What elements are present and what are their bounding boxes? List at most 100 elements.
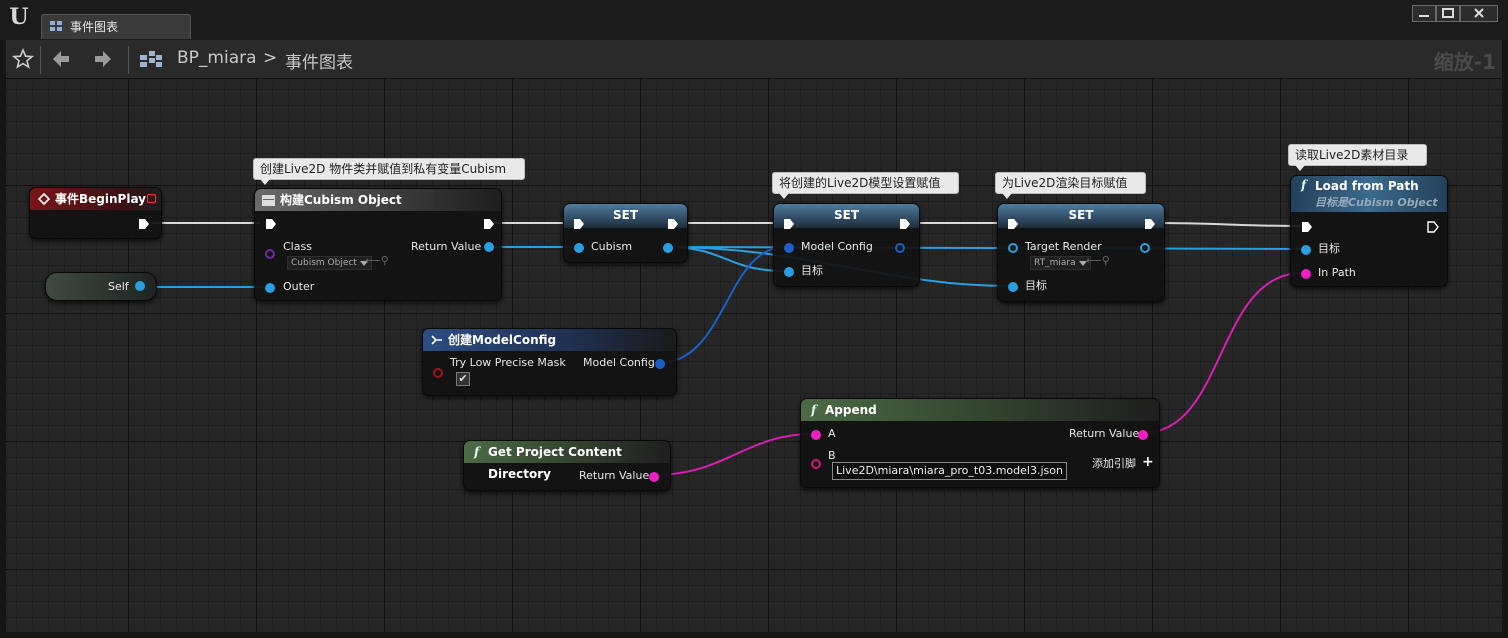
exec-in-pin[interactable] [1007, 218, 1019, 230]
star-icon[interactable] [12, 48, 34, 70]
tab-label: 事件图表 [70, 20, 119, 34]
node-header: SET [998, 204, 1164, 228]
add-pin-label[interactable]: 添加引脚 [1092, 457, 1136, 471]
node-header: 事件BeginPlay [30, 188, 161, 210]
node-header: 构建Cubism Object [255, 189, 501, 211]
node-header: f Get Project Content Directory [464, 441, 670, 481]
exec-out-pin[interactable] [1427, 221, 1439, 233]
exec-out-pin[interactable] [899, 218, 911, 230]
return-pin[interactable] [649, 472, 659, 482]
comment-set-model[interactable]: 将创建的Live2D模型设置赋值 [772, 172, 960, 199]
node-set-target-render[interactable]: SET Target Render RT_miara ⟵⚲ 目标 [997, 203, 1165, 302]
comment-text: 读取Live2D素材目录 [1295, 148, 1409, 162]
browse-icon[interactable]: ⟵⚲ [365, 254, 389, 267]
exec-out-pin[interactable] [483, 218, 495, 230]
arrow-right-icon[interactable] [92, 48, 114, 70]
target-label: 目标 [1318, 242, 1340, 255]
maximize-button[interactable] [1436, 5, 1460, 22]
graph-canvas[interactable]: 创建Live2D 物件类并赋值到私有变量Cubism 将创建的Live2D模型设… [6, 79, 1502, 632]
node-header: 创建ModelConfig [423, 329, 676, 351]
arrow-left-icon[interactable] [50, 48, 72, 70]
target-label: 目标 [801, 264, 823, 277]
plus-icon[interactable]: + [1142, 454, 1154, 470]
close-icon [1474, 8, 1484, 18]
graph-toolbar: BP_miara > 事件图表 缩放-1 [6, 40, 1502, 79]
outer-pin[interactable] [265, 283, 275, 293]
node-self[interactable]: Self [45, 272, 157, 301]
exec-in-pin[interactable] [1301, 221, 1313, 233]
return-label: Return Value [579, 469, 650, 482]
node-make-model-config[interactable]: 创建ModelConfig Try Low Precise Mask ✔ Mod… [422, 328, 677, 396]
target-render-label: Target Render [1025, 240, 1102, 253]
minimize-button[interactable] [1412, 5, 1436, 22]
model-config-in-pin[interactable] [784, 243, 794, 253]
exec-out-pin[interactable] [667, 218, 679, 230]
comment-text: 创建Live2D 物件类并赋值到私有变量Cubism [260, 162, 507, 176]
cubism-in-pin[interactable] [574, 243, 584, 253]
blueprint-graph-icon [140, 51, 162, 67]
delegate-pin[interactable] [147, 194, 156, 203]
comment-load[interactable]: 读取Live2D素材目录 [1288, 144, 1428, 171]
model-config-label: Model Config [801, 240, 873, 253]
b-pin[interactable] [811, 459, 821, 469]
target-render-in-pin[interactable] [1008, 243, 1018, 253]
target-pin[interactable] [1301, 245, 1311, 255]
node-append[interactable]: f Append A B Live2D\miara\miara_pro_t03.… [800, 398, 1160, 488]
exec-wire [1150, 222, 1303, 227]
self-out-pin[interactable] [135, 281, 145, 291]
target-pin[interactable] [784, 267, 794, 277]
model-config-wire [658, 246, 786, 364]
node-load-from-path[interactable]: f Load from Path 目标是Cubism Object 目标 In … [1290, 175, 1448, 287]
mask-pin[interactable] [433, 368, 443, 378]
exec-in-pin[interactable] [265, 218, 277, 230]
target-render-value: RT_miara [1034, 258, 1076, 268]
model-config-out-pin[interactable] [655, 359, 665, 369]
breadcrumb-graph[interactable]: 事件图表 [285, 48, 353, 73]
mask-checkbox[interactable]: ✔ [456, 372, 470, 386]
node-subtitle: 目标是Cubism Object [1315, 196, 1438, 209]
comment-set-target[interactable]: 为Live2D渲染目标赋值 [995, 172, 1147, 199]
append-path-wire [1142, 272, 1303, 434]
browse-icon[interactable]: ⟵⚲ [1086, 254, 1110, 267]
cubism-out-pin[interactable] [663, 243, 673, 253]
node-header: f Load from Path 目标是Cubism Object [1291, 176, 1447, 212]
target-render-out-pin[interactable] [1140, 243, 1150, 253]
exec-out-pin[interactable] [1144, 218, 1156, 230]
exec-in-pin[interactable] [783, 218, 795, 230]
model-config-output-label: Model Config [583, 356, 655, 369]
exec-out-pin[interactable] [138, 218, 150, 230]
return-pin[interactable] [484, 242, 494, 252]
event-icon [38, 193, 50, 205]
wires-layer [143, 222, 1303, 476]
blueprint-editor-window: U 事件图表 BP_miara > 事件图表 缩放-1 创建Live2D 物件类… [0, 0, 1508, 638]
make-struct-icon [431, 335, 442, 345]
b-label: B [828, 449, 836, 462]
node-get-project-content-dir[interactable]: f Get Project Content Directory Return V… [463, 440, 671, 491]
node-title: SET [1068, 208, 1094, 222]
node-set-model-config[interactable]: SET Model Config 目标 [773, 203, 920, 287]
return-label: Return Value [411, 240, 482, 253]
return-pin[interactable] [1138, 430, 1148, 440]
comment-construct[interactable]: 创建Live2D 物件类并赋值到私有变量Cubism [253, 158, 526, 185]
zoom-level: 缩放-1 [1433, 50, 1496, 74]
node-begin-play[interactable]: 事件BeginPlay [29, 187, 162, 239]
close-button[interactable] [1460, 5, 1498, 22]
target-render-dropdown[interactable]: RT_miara [1030, 256, 1091, 270]
node-set-cubism[interactable]: SET Cubism [563, 203, 688, 263]
tab-event-graph[interactable]: 事件图表 [41, 14, 191, 39]
cubism-load-wire [665, 246, 1303, 250]
return-label: Return Value [1069, 427, 1140, 440]
exec-in-pin[interactable] [573, 218, 585, 230]
model-config-out-pin[interactable] [895, 243, 905, 253]
class-dropdown[interactable]: Cubism Object [287, 256, 372, 270]
target-pin[interactable] [1008, 282, 1018, 292]
b-value-input[interactable]: Live2D\miara\miara_pro_t03.model3.json [832, 462, 1067, 480]
breadcrumb-blueprint[interactable]: BP_miara [177, 48, 257, 68]
in-path-pin[interactable] [1301, 269, 1311, 279]
mask-label: Try Low Precise Mask [450, 356, 566, 369]
minimize-icon [1419, 15, 1429, 17]
class-pin[interactable] [265, 249, 275, 259]
node-construct-cubism[interactable]: 构建Cubism Object Class Cubism Object ⟵⚲ R… [254, 188, 502, 301]
a-pin[interactable] [811, 430, 821, 440]
breadcrumb-separator: > [263, 48, 278, 68]
